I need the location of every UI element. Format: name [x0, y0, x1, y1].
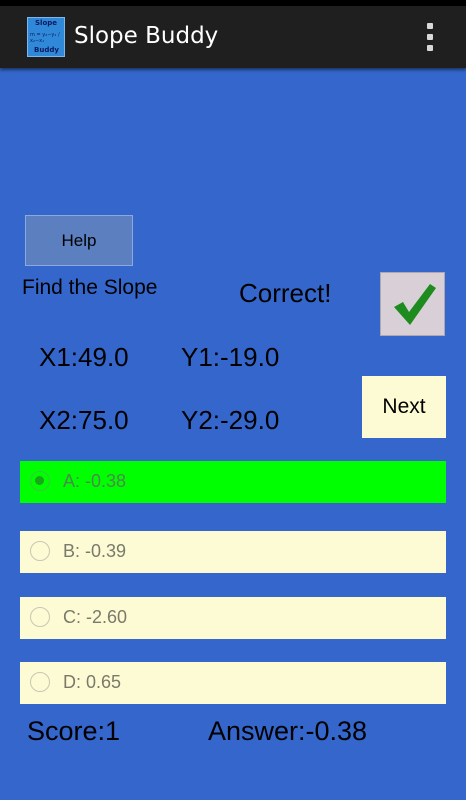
feedback-label: Correct! [239, 278, 332, 308]
result-indicator [380, 272, 445, 336]
radio-unselected[interactable] [30, 541, 50, 561]
option-d[interactable]: D: 0.65 [20, 662, 446, 704]
y1-value: Y1:-19.0 [181, 342, 280, 372]
help-button[interactable]: Help [25, 215, 133, 266]
answer-label: Answer:-0.38 [208, 716, 368, 746]
option-label: C: -2.60 [63, 607, 128, 627]
score-label: Score:1 [27, 716, 121, 746]
radio-unselected[interactable] [30, 607, 50, 627]
app-title: Slope Buddy [74, 23, 219, 49]
option-c[interactable]: C: -2.60 [20, 597, 446, 639]
radio-selected[interactable] [30, 471, 50, 491]
checkmark-icon [394, 284, 436, 325]
option-label: B: -0.39 [63, 541, 127, 561]
overflow-menu-icon[interactable] [422, 22, 438, 52]
app-icon: Slope m = y₂−y₁ / x₂−x₁ Buddy [27, 17, 65, 57]
y2-value: Y2:-29.0 [181, 405, 280, 435]
option-label: A: -0.38 [63, 471, 127, 491]
app-icon-text-top: Slope [35, 19, 58, 27]
x2-value: X2:75.0 [39, 405, 129, 435]
x1-value: X1:49.0 [39, 342, 129, 372]
prompt-label: Find the Slope [22, 276, 158, 299]
app-icon-text-bottom: Buddy [34, 46, 59, 54]
next-button[interactable]: Next [362, 376, 446, 438]
option-label: D: 0.65 [63, 672, 122, 692]
action-bar: Slope m = y₂−y₁ / x₂−x₁ Buddy Slope Budd… [0, 6, 466, 68]
option-b[interactable]: B: -0.39 [20, 531, 446, 573]
app-icon-formula: m = y₂−y₁ / x₂−x₁ [30, 32, 60, 44]
option-a[interactable]: A: -0.38 [20, 461, 446, 503]
radio-unselected[interactable] [30, 672, 50, 692]
